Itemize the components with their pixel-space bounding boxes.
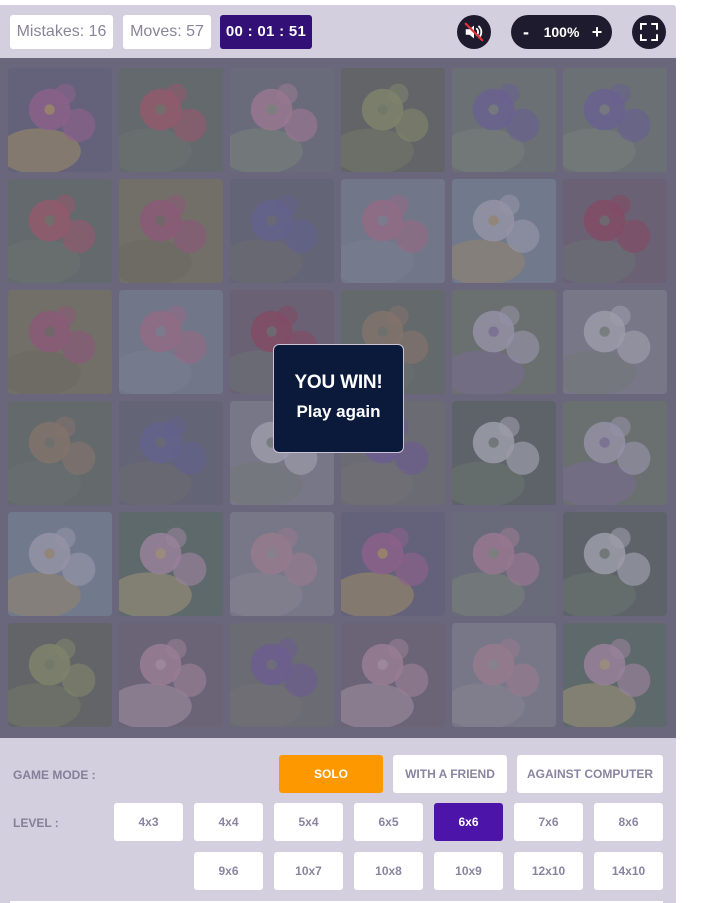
- speaker-muted-icon: [464, 22, 484, 42]
- tile-dim-overlay: [563, 512, 667, 616]
- card-tile[interactable]: [341, 179, 445, 283]
- card-tile[interactable]: [230, 179, 334, 283]
- card-tile[interactable]: [8, 179, 112, 283]
- tile-dim-overlay: [563, 623, 667, 727]
- tile-dim-overlay: [452, 401, 556, 505]
- card-tile[interactable]: [119, 623, 223, 727]
- tile-dim-overlay: [230, 179, 334, 283]
- fullscreen-icon: [640, 23, 658, 41]
- tile-dim-overlay: [341, 68, 445, 172]
- card-tile[interactable]: [8, 68, 112, 172]
- card-tile[interactable]: [341, 623, 445, 727]
- card-tile[interactable]: [563, 401, 667, 505]
- tile-dim-overlay: [563, 401, 667, 505]
- card-tile[interactable]: [119, 401, 223, 505]
- tile-dim-overlay: [119, 623, 223, 727]
- play-again-button[interactable]: Play again: [274, 402, 403, 422]
- tile-dim-overlay: [119, 512, 223, 616]
- card-tile[interactable]: [563, 290, 667, 394]
- card-tile[interactable]: [452, 290, 556, 394]
- card-tile[interactable]: [230, 623, 334, 727]
- mute-button[interactable]: [457, 15, 491, 49]
- card-tile[interactable]: [563, 68, 667, 172]
- tile-dim-overlay: [341, 623, 445, 727]
- tile-dim-overlay: [8, 401, 112, 505]
- tile-dim-overlay: [563, 179, 667, 283]
- tile-dim-overlay: [230, 623, 334, 727]
- level-6x5-button[interactable]: 6x5: [354, 803, 423, 841]
- game-mode-label: GAME MODE :: [13, 768, 96, 782]
- win-title: YOU WIN!: [294, 372, 383, 393]
- card-tile[interactable]: [119, 68, 223, 172]
- level-14x10-button[interactable]: 14x10: [594, 852, 663, 890]
- card-tile[interactable]: [563, 179, 667, 283]
- level-8x6-button[interactable]: 8x6: [594, 803, 663, 841]
- card-tile[interactable]: [341, 512, 445, 616]
- tile-dim-overlay: [8, 290, 112, 394]
- card-tile[interactable]: [563, 623, 667, 727]
- card-tile[interactable]: [8, 512, 112, 616]
- tile-dim-overlay: [119, 179, 223, 283]
- tile-dim-overlay: [563, 290, 667, 394]
- card-tile[interactable]: [452, 68, 556, 172]
- card-tile[interactable]: [452, 512, 556, 616]
- win-modal[interactable]: YOU WIN! Play again: [273, 344, 404, 453]
- mode-against-computer-button[interactable]: AGAINST COMPUTER: [517, 755, 663, 793]
- memory-game: Mistakes: 16 Moves: 57 00 : 01 : 51 - 10…: [0, 5, 676, 903]
- tile-dim-overlay: [230, 512, 334, 616]
- tile-dim-overlay: [8, 68, 112, 172]
- level-10x9-button[interactable]: 10x9: [434, 852, 503, 890]
- card-tile[interactable]: [452, 623, 556, 727]
- tile-dim-overlay: [341, 512, 445, 616]
- zoom-out-button[interactable]: -: [519, 15, 533, 49]
- card-tile[interactable]: [119, 290, 223, 394]
- zoom-level: 100%: [543, 24, 580, 40]
- level-12x10-button[interactable]: 12x10: [514, 852, 583, 890]
- card-tile[interactable]: [230, 512, 334, 616]
- card-tile[interactable]: [119, 512, 223, 616]
- tile-dim-overlay: [452, 512, 556, 616]
- tile-dim-overlay: [452, 290, 556, 394]
- timer: 00 : 01 : 51: [220, 15, 312, 49]
- level-label: LEVEL :: [13, 816, 59, 830]
- tile-dim-overlay: [341, 179, 445, 283]
- card-tile[interactable]: [452, 401, 556, 505]
- card-tile[interactable]: [8, 401, 112, 505]
- mode-with-a-friend-button[interactable]: WITH A FRIEND: [393, 755, 507, 793]
- level-6x6-button[interactable]: 6x6: [434, 803, 503, 841]
- card-tile[interactable]: [119, 179, 223, 283]
- moves-counter: Moves: 57: [123, 15, 211, 49]
- level-10x7-button[interactable]: 10x7: [274, 852, 343, 890]
- card-tile[interactable]: [230, 68, 334, 172]
- tile-dim-overlay: [8, 512, 112, 616]
- tile-dim-overlay: [452, 623, 556, 727]
- tile-dim-overlay: [563, 68, 667, 172]
- card-tile[interactable]: [8, 290, 112, 394]
- fullscreen-button[interactable]: [632, 15, 666, 49]
- card-tile[interactable]: [563, 512, 667, 616]
- tile-dim-overlay: [119, 290, 223, 394]
- card-tile[interactable]: [8, 623, 112, 727]
- level-4x4-button[interactable]: 4x4: [194, 803, 263, 841]
- tile-dim-overlay: [230, 68, 334, 172]
- tile-dim-overlay: [452, 68, 556, 172]
- tile-dim-overlay: [8, 179, 112, 283]
- tile-dim-overlay: [8, 623, 112, 727]
- zoom-control: - 100% +: [511, 15, 612, 49]
- level-5x4-button[interactable]: 5x4: [274, 803, 343, 841]
- level-7x6-button[interactable]: 7x6: [514, 803, 583, 841]
- tile-dim-overlay: [119, 401, 223, 505]
- tile-dim-overlay: [119, 68, 223, 172]
- level-9x6-button[interactable]: 9x6: [194, 852, 263, 890]
- level-4x3-button[interactable]: 4x3: [114, 803, 183, 841]
- zoom-in-button[interactable]: +: [590, 15, 604, 49]
- card-tile[interactable]: [452, 179, 556, 283]
- mistakes-counter: Mistakes: 16: [10, 15, 113, 49]
- card-tile[interactable]: [341, 68, 445, 172]
- mode-solo-button[interactable]: SOLO: [279, 755, 383, 793]
- tile-dim-overlay: [452, 179, 556, 283]
- level-10x8-button[interactable]: 10x8: [354, 852, 423, 890]
